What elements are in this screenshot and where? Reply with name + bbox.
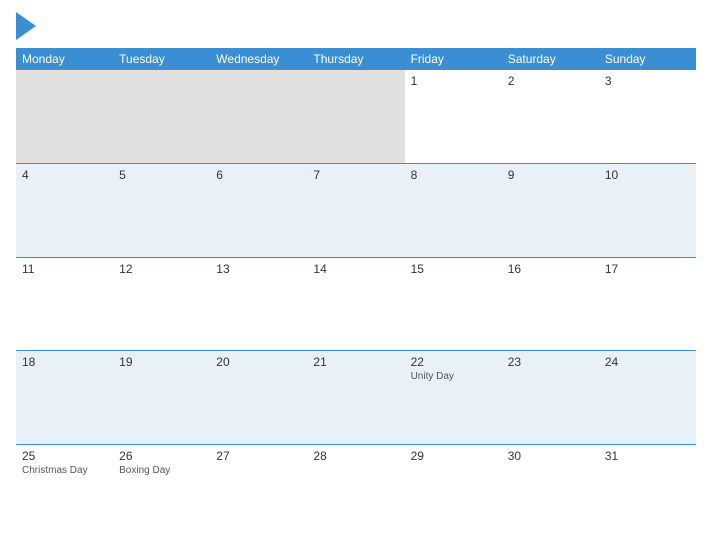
day-header-monday: Monday [16, 48, 113, 70]
day-cell: 28 [307, 445, 404, 538]
day-header-saturday: Saturday [502, 48, 599, 70]
day-number: 24 [605, 355, 690, 369]
day-number: 25 [22, 449, 107, 463]
day-cell: 4 [16, 164, 113, 257]
week-row-2: 456789 10 [16, 164, 696, 258]
day-number: 22 [411, 355, 496, 369]
logo [16, 12, 36, 40]
calendar-container: MondayTuesdayWednesdayThursdayFridaySatu… [0, 0, 712, 550]
logo-triangle-icon [16, 12, 36, 40]
day-cell: 27 [210, 445, 307, 538]
day-number: 26 [119, 449, 204, 463]
day-number: 28 [313, 449, 398, 463]
week-row-5: 25 Christmas Day 26 Boxing Day 27 28 29 30 31 [16, 445, 696, 538]
day-cell: 17 [599, 258, 696, 351]
calendar-grid: 12345678910111213141516171819202122Unity… [16, 70, 696, 538]
calendar-header [16, 12, 696, 40]
holiday-label: Unity Day [411, 371, 496, 382]
day-number: 14 [313, 262, 398, 276]
day-number: 6 [216, 168, 301, 182]
day-number: 20 [216, 355, 301, 369]
day-number: 18 [22, 355, 107, 369]
day-number: 15 [411, 262, 496, 276]
day-number: 2 [508, 74, 593, 88]
day-cell [113, 70, 210, 163]
day-cell: 21 [307, 351, 404, 444]
holiday-label: Christmas Day [22, 465, 107, 476]
day-cell: 23 [502, 351, 599, 444]
day-cell: 5 [113, 164, 210, 257]
day-cell [307, 70, 404, 163]
day-number: 31 [605, 449, 690, 463]
day-cell: 14 [307, 258, 404, 351]
holiday-label: Boxing Day [119, 465, 204, 476]
day-cell: 1 [405, 70, 502, 163]
day-cell: 3 [599, 70, 696, 163]
day-header-wednesday: Wednesday [210, 48, 307, 70]
week-row-1: 123 [16, 70, 696, 164]
day-cell: 9 [502, 164, 599, 257]
day-number: 21 [313, 355, 398, 369]
day-number: 8 [411, 168, 496, 182]
day-number: 5 [119, 168, 204, 182]
day-cell: 8 [405, 164, 502, 257]
day-cell: 16 [502, 258, 599, 351]
day-number: 17 [605, 262, 690, 276]
day-number: 23 [508, 355, 593, 369]
day-number: 10 [605, 168, 690, 182]
day-cell: 13 [210, 258, 307, 351]
day-cell: 2 [502, 70, 599, 163]
day-cell: 19 [113, 351, 210, 444]
day-header-sunday: Sunday [599, 48, 696, 70]
day-number: 1 [411, 74, 496, 88]
day-number: 19 [119, 355, 204, 369]
day-cell [210, 70, 307, 163]
day-cell: 22 Unity Day [405, 351, 502, 444]
day-cell: 12 [113, 258, 210, 351]
day-cell: 29 [405, 445, 502, 538]
day-number: 29 [411, 449, 496, 463]
day-number: 11 [22, 262, 107, 276]
day-cell [16, 70, 113, 163]
day-header-friday: Friday [405, 48, 502, 70]
day-number: 16 [508, 262, 593, 276]
day-cell: 30 [502, 445, 599, 538]
week-row-4: 18 19 20 21 22 Unity Day 23 24 [16, 351, 696, 445]
day-number: 9 [508, 168, 593, 182]
day-number: 27 [216, 449, 301, 463]
day-headers-row: MondayTuesdayWednesdayThursdayFridaySatu… [16, 48, 696, 70]
day-cell: 20 [210, 351, 307, 444]
day-number: 3 [605, 74, 690, 88]
day-number: 4 [22, 168, 107, 182]
day-cell: 26 Boxing Day [113, 445, 210, 538]
day-cell: 6 [210, 164, 307, 257]
day-number: 30 [508, 449, 593, 463]
day-number: 13 [216, 262, 301, 276]
day-cell: 31 [599, 445, 696, 538]
day-cell: 7 [307, 164, 404, 257]
day-cell: 11 [16, 258, 113, 351]
day-header-tuesday: Tuesday [113, 48, 210, 70]
day-number: 12 [119, 262, 204, 276]
day-cell: 18 [16, 351, 113, 444]
day-cell: 25 Christmas Day [16, 445, 113, 538]
day-number: 7 [313, 168, 398, 182]
day-header-thursday: Thursday [307, 48, 404, 70]
day-cell: 15 [405, 258, 502, 351]
day-cell: 10 [599, 164, 696, 257]
week-row-3: 11 12 13 14 15 16 17 [16, 258, 696, 352]
day-cell: 24 [599, 351, 696, 444]
